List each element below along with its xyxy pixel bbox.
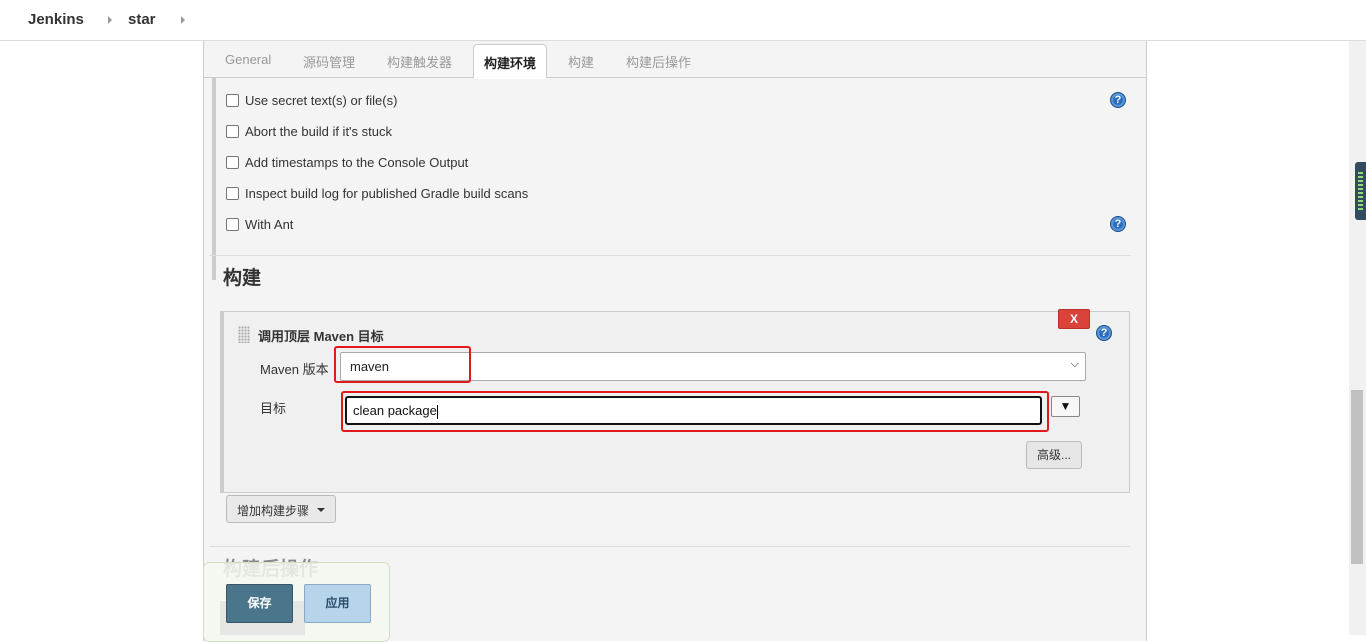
option-label: Add timestamps to the Console Output <box>245 155 469 170</box>
add-build-step-label: 增加构建步骤 <box>237 504 310 518</box>
option-abort-stuck[interactable]: Abort the build if it's stuck <box>226 124 392 139</box>
extension-tab-icon[interactable] <box>1355 162 1366 220</box>
dropdown-caret-icon <box>317 508 325 512</box>
text-cursor <box>436 404 438 419</box>
delete-step-button[interactable]: X <box>1058 309 1090 329</box>
build-step-title: 调用顶层 Maven 目标 <box>258 329 384 344</box>
chevron-down-icon: ⌵ <box>1070 358 1079 370</box>
tab-build[interactable]: 构建 <box>568 52 594 71</box>
option-label: Use secret text(s) or file(s) <box>245 93 398 108</box>
tab-build-environment[interactable]: 构建环境 <box>473 44 548 79</box>
add-build-step-button[interactable]: 增加构建步骤 <box>226 495 336 523</box>
breadcrumb: Jenkins star <box>0 0 1366 41</box>
help-icon[interactable]: ? <box>1096 325 1112 341</box>
drag-handle-icon[interactable] <box>238 326 250 343</box>
help-icon[interactable]: ? <box>1110 92 1126 108</box>
save-button[interactable]: 保存 <box>226 584 293 623</box>
breadcrumb-chevron-icon[interactable] <box>181 16 185 24</box>
goals-expand-button[interactable]: ▼ <box>1051 396 1080 417</box>
maven-version-value: maven <box>350 359 390 374</box>
tab-post-build[interactable]: 构建后操作 <box>626 52 691 71</box>
section-indicator <box>212 78 216 280</box>
scrollbar-thumb[interactable] <box>1351 390 1363 564</box>
secret-text-checkbox[interactable] <box>226 94 239 107</box>
section-divider <box>209 255 1131 256</box>
build-section-title: 构建 <box>223 268 262 289</box>
config-tabbar: General 源码管理 构建触发器 构建环境 构建 构建后操作 <box>204 41 1146 79</box>
breadcrumb-jenkins[interactable]: Jenkins <box>28 11 84 28</box>
maven-version-select[interactable]: maven ⌵ <box>340 352 1086 381</box>
floating-action-bar: 保存 应用 <box>203 562 390 642</box>
goals-input[interactable]: clean package <box>345 396 1042 425</box>
maven-build-step: 调用顶层 Maven 目标 X Maven 版本 maven ⌵ 目标 clea… <box>220 309 1130 493</box>
option-label: Abort the build if it's stuck <box>245 124 392 139</box>
option-timestamps[interactable]: Add timestamps to the Console Output <box>226 155 468 170</box>
help-icon[interactable]: ? <box>1110 216 1126 232</box>
breadcrumb-job[interactable]: star <box>128 11 156 28</box>
gradle-scans-checkbox[interactable] <box>226 187 239 200</box>
section-divider <box>209 546 1131 547</box>
apply-button[interactable]: 应用 <box>304 584 371 623</box>
job-config-panel: General 源码管理 构建触发器 构建环境 构建 构建后操作 Use sec… <box>203 41 1147 641</box>
with-ant-checkbox[interactable] <box>226 218 239 231</box>
tab-source-control[interactable]: 源码管理 <box>303 52 355 71</box>
tab-build-triggers[interactable]: 构建触发器 <box>387 52 452 71</box>
advanced-button[interactable]: 高级... <box>1026 441 1082 469</box>
abort-stuck-checkbox[interactable] <box>226 125 239 138</box>
timestamps-checkbox[interactable] <box>226 156 239 169</box>
breadcrumb-chevron-icon[interactable] <box>108 16 112 24</box>
maven-version-label: Maven 版本 <box>260 362 329 377</box>
option-secret-text[interactable]: Use secret text(s) or file(s) <box>226 93 397 108</box>
option-with-ant[interactable]: With Ant <box>226 217 293 232</box>
option-gradle-scans[interactable]: Inspect build log for published Gradle b… <box>226 186 528 201</box>
option-label: With Ant <box>245 217 294 232</box>
tab-general[interactable]: General <box>225 52 271 67</box>
option-label: Inspect build log for published Gradle b… <box>245 186 529 201</box>
goals-value: clean package <box>353 403 437 418</box>
goals-label: 目标 <box>260 401 287 416</box>
